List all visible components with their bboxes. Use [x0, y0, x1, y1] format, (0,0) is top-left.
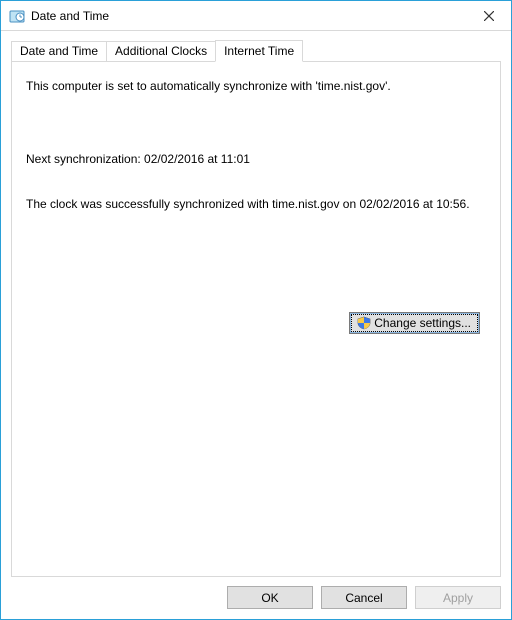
tab-panel-internet-time: This computer is set to automatically sy… — [11, 61, 501, 577]
tabstrip: Date and Time Additional Clocks Internet… — [11, 39, 501, 61]
next-sync-message: Next synchronization: 02/02/2016 at 11:0… — [26, 151, 486, 168]
change-settings-label: Change settings... — [374, 316, 471, 330]
change-settings-button[interactable]: Change settings... — [349, 312, 480, 334]
titlebar: Date and Time — [1, 1, 511, 31]
tab-container: Date and Time Additional Clocks Internet… — [11, 39, 501, 576]
close-button[interactable] — [466, 1, 511, 30]
apply-button: Apply — [415, 586, 501, 609]
change-settings-row: Change settings... — [26, 312, 486, 334]
clock-panel-icon — [9, 8, 25, 24]
ok-button[interactable]: OK — [227, 586, 313, 609]
tab-additional-clocks[interactable]: Additional Clocks — [106, 41, 216, 61]
dialog-buttons: OK Cancel Apply — [11, 576, 501, 609]
cancel-button[interactable]: Cancel — [321, 586, 407, 609]
window-title: Date and Time — [31, 9, 109, 23]
date-and-time-window: Date and Time Date and Time Additional C… — [0, 0, 512, 620]
sync-server-message: This computer is set to automatically sy… — [26, 78, 486, 95]
uac-shield-icon — [356, 315, 372, 331]
tab-internet-time[interactable]: Internet Time — [215, 40, 303, 62]
client-area: Date and Time Additional Clocks Internet… — [1, 31, 511, 619]
tab-date-and-time[interactable]: Date and Time — [11, 41, 107, 61]
close-icon — [484, 11, 494, 21]
last-sync-message: The clock was successfully synchronized … — [26, 196, 476, 213]
